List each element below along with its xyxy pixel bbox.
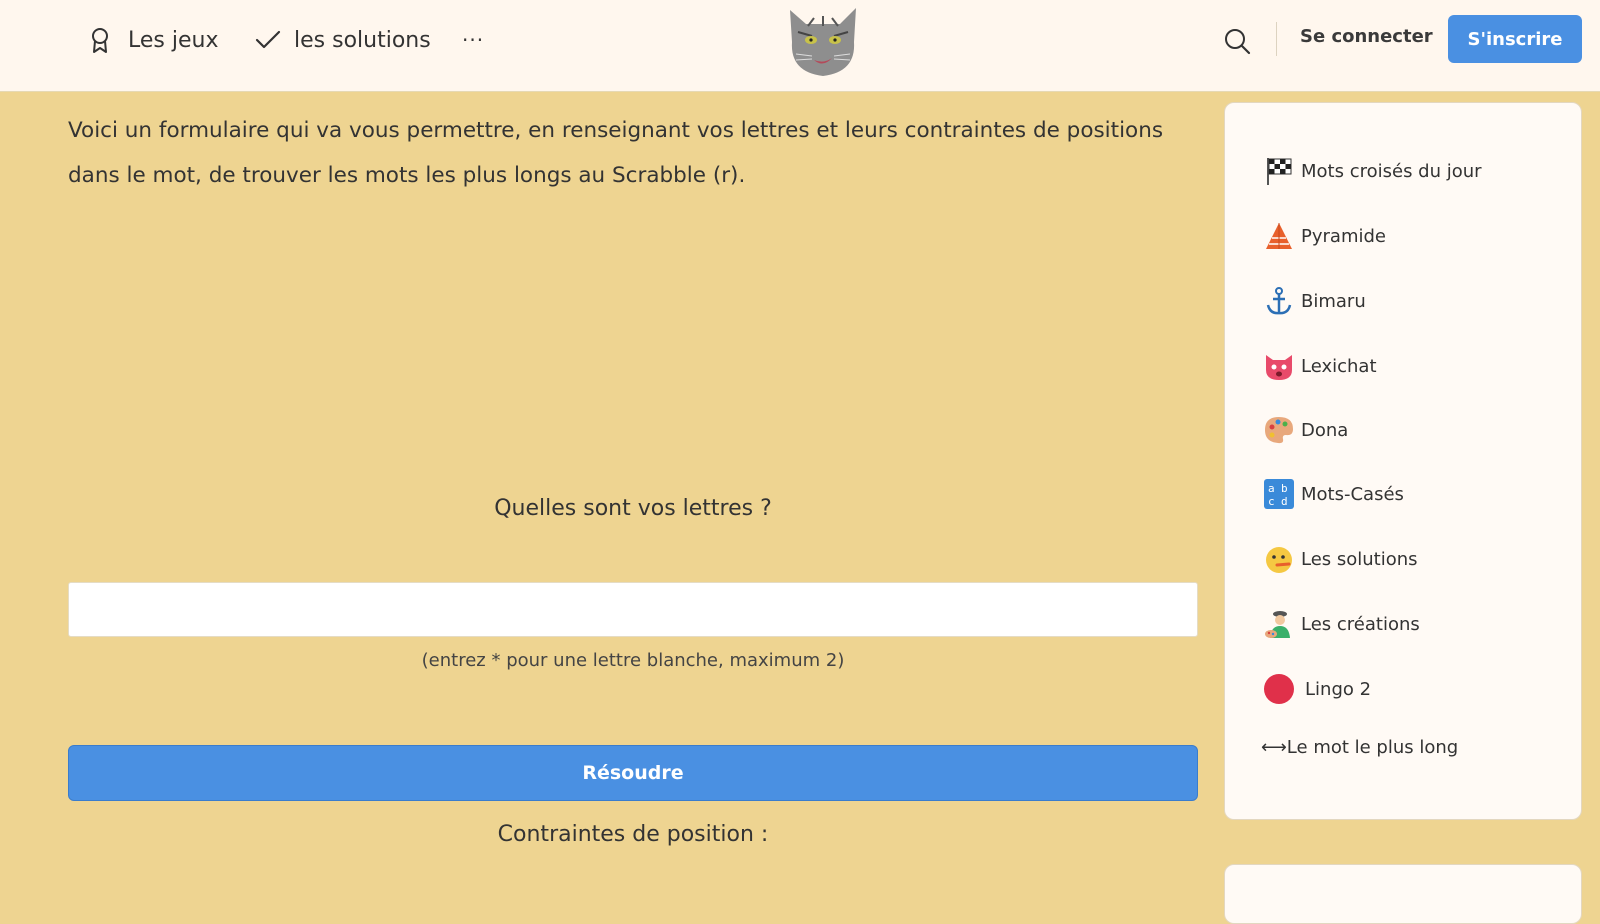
- sidebar-item-label: Mots-Casés: [1301, 483, 1404, 505]
- constraints-label: Contraintes de position :: [497, 822, 769, 847]
- sidebar-item-label: Pyramide: [1301, 225, 1386, 247]
- face-icon: [1266, 547, 1292, 573]
- search-icon[interactable]: [1222, 26, 1252, 56]
- letters-hint: (entrez * pour une lettre blanche, maxim…: [421, 650, 845, 671]
- svg-text:d: d: [1281, 495, 1288, 508]
- solve-button[interactable]: Résoudre: [68, 745, 1198, 801]
- sidebar-item-label: Les solutions: [1301, 548, 1418, 570]
- sidebar-item-lexichat[interactable]: Lexichat: [1263, 348, 1377, 384]
- svg-text:c: c: [1268, 495, 1275, 508]
- secondary-sidebar-card: [1224, 864, 1582, 924]
- sidebar-item-label: Mots croisés du jour: [1301, 160, 1482, 182]
- check-icon: [255, 30, 281, 49]
- header-divider: [1276, 22, 1277, 56]
- letters-label: Quelles sont vos lettres ?: [494, 496, 772, 521]
- sidebar-item-label: Lexichat: [1301, 355, 1377, 377]
- nav-les-solutions-label: les solutions: [294, 27, 431, 53]
- award-icon: [92, 28, 108, 53]
- sidebar-item-label: Bimaru: [1301, 290, 1366, 312]
- sidebar-item-les-solutions[interactable]: Les solutions: [1263, 541, 1418, 577]
- sidebar-item-le-mot-le-plus-long[interactable]: ⟷Le mot le plus long: [1261, 729, 1458, 765]
- nav-les-jeux[interactable]: Les jeux: [88, 22, 218, 58]
- top-header: Les jeux les solutions ··· Se connecter …: [0, 0, 1600, 92]
- nav-more-button[interactable]: ···: [462, 22, 484, 58]
- cat-logo[interactable]: [784, 2, 862, 78]
- login-button[interactable]: Se connecter: [1300, 26, 1433, 56]
- red-circle-icon: [1264, 674, 1294, 704]
- svg-text:a: a: [1268, 482, 1275, 495]
- sidebar-item-bimaru[interactable]: Bimaru: [1263, 283, 1366, 319]
- nav-les-solutions[interactable]: les solutions: [254, 22, 431, 58]
- sidebar-item-lingo-2[interactable]: Lingo 2: [1263, 671, 1371, 707]
- games-sidebar: Mots croisés du jour Pyramide Bimaru Lex…: [1224, 102, 1582, 820]
- pyramid-icon: [1266, 223, 1292, 249]
- sidebar-item-label: Lingo 2: [1305, 678, 1372, 700]
- more-icon: ···: [462, 28, 485, 52]
- intro-text: Voici un formulaire qui va vous permettr…: [68, 118, 1164, 188]
- signup-button[interactable]: S'inscrire: [1448, 15, 1582, 63]
- sidebar-item-mots-cases[interactable]: a b c d Mots-Casés: [1263, 476, 1404, 512]
- sidebar-item-label: Les créations: [1301, 613, 1420, 635]
- nav-les-jeux-label: Les jeux: [128, 27, 219, 53]
- sidebar-item-label: ⟷Le mot le plus long: [1261, 736, 1459, 758]
- abcd-icon: a b c d: [1264, 479, 1294, 509]
- artist-icon: [1265, 611, 1290, 638]
- anchor-icon: [1266, 287, 1292, 315]
- cat-face-icon: [1266, 355, 1292, 380]
- checkered-flag-icon: [1267, 158, 1292, 185]
- sidebar-item-pyramide[interactable]: Pyramide: [1263, 218, 1386, 254]
- palette-icon: [1265, 417, 1293, 444]
- sidebar-item-label: Dona: [1301, 419, 1349, 441]
- svg-text:b: b: [1281, 482, 1288, 495]
- letters-input[interactable]: [68, 582, 1198, 637]
- sidebar-item-les-creations[interactable]: Les créations: [1263, 606, 1420, 642]
- sidebar-item-dona[interactable]: Dona: [1263, 412, 1348, 448]
- sidebar-item-mots-croises[interactable]: Mots croisés du jour: [1263, 153, 1482, 189]
